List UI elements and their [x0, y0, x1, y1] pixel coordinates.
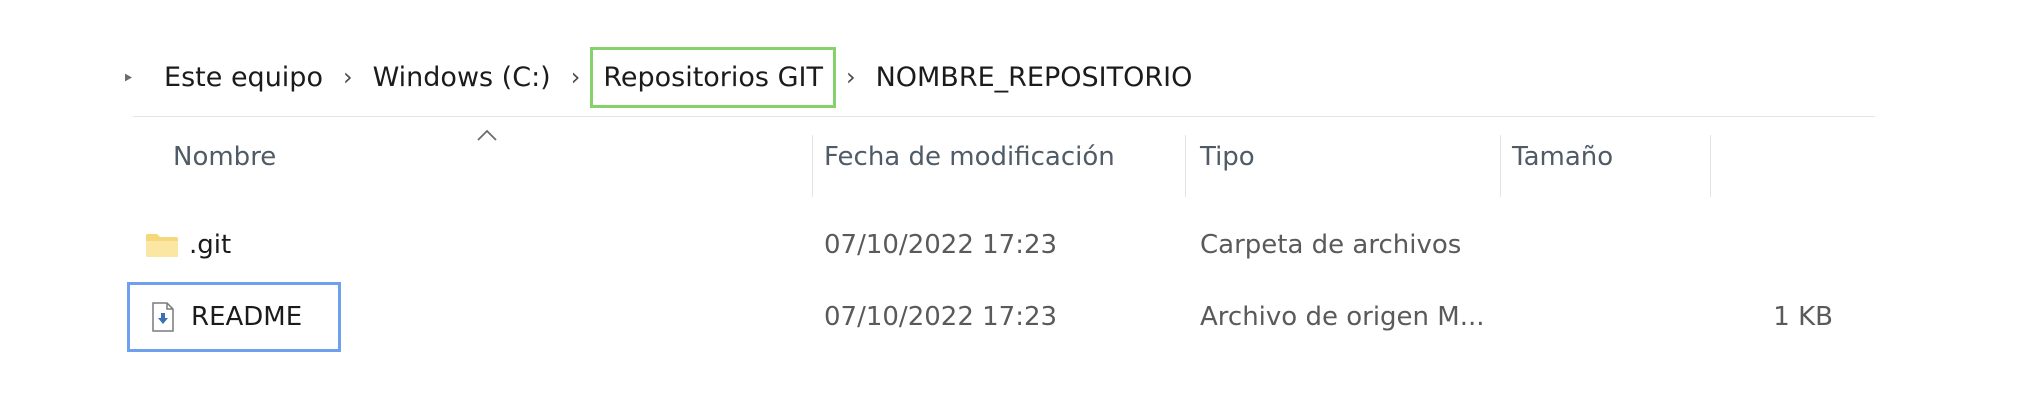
- chevron-right-icon[interactable]: ›: [838, 65, 864, 89]
- breadcrumb-item-este-equipo[interactable]: Este equipo: [152, 54, 335, 101]
- column-separator[interactable]: [1500, 135, 1501, 197]
- column-header-date[interactable]: Fecha de modificación: [824, 142, 1115, 172]
- table-row[interactable]: README 07/10/2022 17:23 Archivo de orige…: [133, 286, 1833, 348]
- breadcrumb-item-windows-c[interactable]: Windows (C:): [361, 54, 563, 101]
- file-explorer-window: ▸ Este equipo › Windows (C:) › Repositor…: [0, 0, 2025, 400]
- chevron-right-icon[interactable]: ▸: [125, 68, 132, 86]
- breadcrumb-item-repositorios-git[interactable]: Repositorios GIT: [590, 46, 836, 108]
- file-name-cell: .git: [145, 214, 231, 276]
- file-type: Archivo de origen M...: [1200, 302, 1485, 332]
- column-separator[interactable]: [812, 135, 813, 197]
- sort-ascending-icon: [477, 129, 497, 141]
- column-separator[interactable]: [1185, 135, 1186, 197]
- file-name-cell: README: [151, 286, 302, 348]
- markdown-file-icon: [152, 302, 174, 332]
- breadcrumb: ▸ Este equipo › Windows (C:) › Repositor…: [125, 40, 1204, 114]
- chevron-right-icon[interactable]: ›: [335, 65, 361, 89]
- column-separator[interactable]: [1710, 135, 1711, 197]
- breadcrumb-item-nombre-repositorio[interactable]: NOMBRE_REPOSITORIO: [864, 54, 1205, 101]
- chevron-right-icon[interactable]: ›: [563, 65, 589, 89]
- file-name: .git: [189, 230, 232, 260]
- column-header-name[interactable]: Nombre: [173, 142, 276, 172]
- table-row[interactable]: .git 07/10/2022 17:23 Carpeta de archivo…: [133, 214, 1733, 276]
- column-header-size[interactable]: Tamaño: [1512, 142, 1613, 172]
- breadcrumb-divider: [133, 116, 1875, 117]
- file-name: README: [191, 302, 303, 332]
- folder-icon: [146, 234, 178, 257]
- file-size: 1 KB: [1773, 302, 1833, 332]
- file-date: 07/10/2022 17:23: [824, 230, 1058, 260]
- file-type: Carpeta de archivos: [1200, 230, 1462, 260]
- column-header-type[interactable]: Tipo: [1200, 142, 1255, 172]
- file-date: 07/10/2022 17:23: [824, 302, 1058, 332]
